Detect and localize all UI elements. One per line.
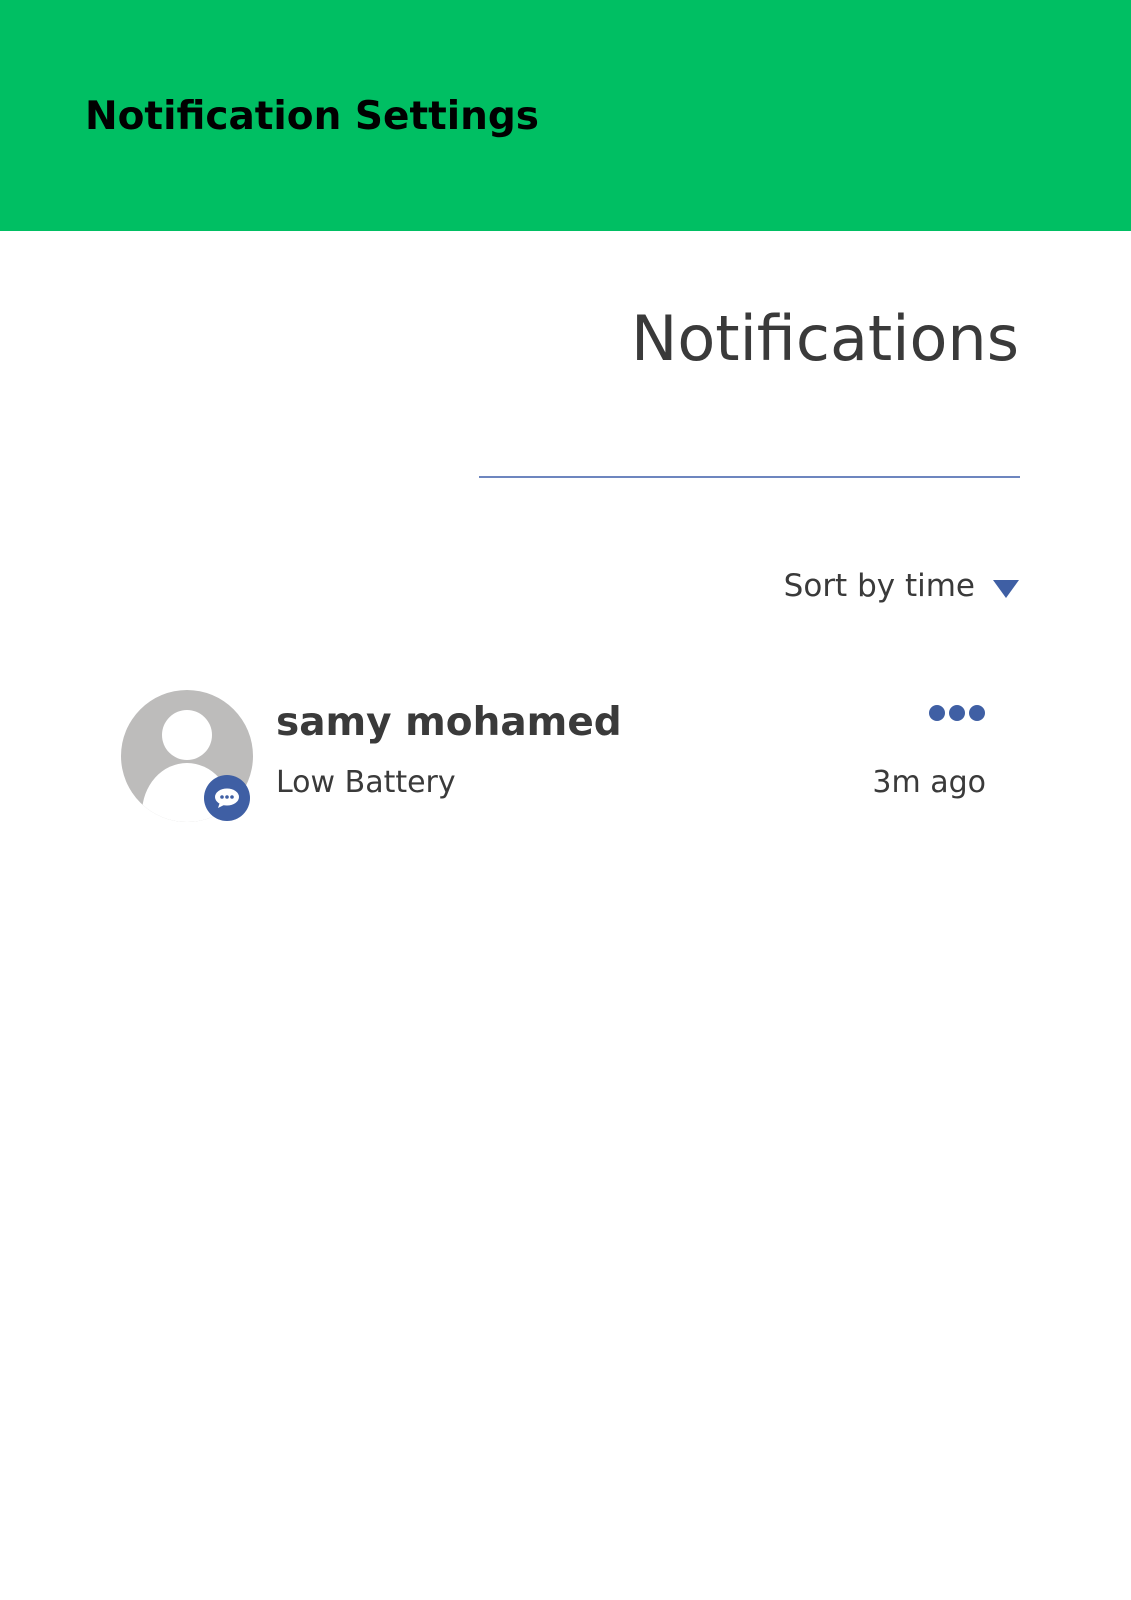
app-header: Notification Settings xyxy=(0,0,1131,231)
notification-message: Low Battery xyxy=(276,765,456,800)
sender-name: samy mohamed xyxy=(276,700,622,745)
page-title: Notification Settings xyxy=(85,94,540,139)
avatar[interactable] xyxy=(120,689,254,823)
title-divider xyxy=(479,476,1020,478)
sort-label: Sort by time xyxy=(783,568,975,604)
message-badge xyxy=(204,775,250,821)
caret-down-icon xyxy=(993,580,1019,598)
notification-item[interactable]: samy mohamed Low Battery 3m ago xyxy=(118,685,1008,825)
sort-dropdown[interactable]: Sort by time xyxy=(784,565,1019,607)
chat-bubble-icon xyxy=(215,788,239,808)
notification-time: 3m ago xyxy=(872,765,986,800)
notifications-title: Notifications xyxy=(630,302,1019,375)
more-options-icon[interactable] xyxy=(928,701,986,725)
